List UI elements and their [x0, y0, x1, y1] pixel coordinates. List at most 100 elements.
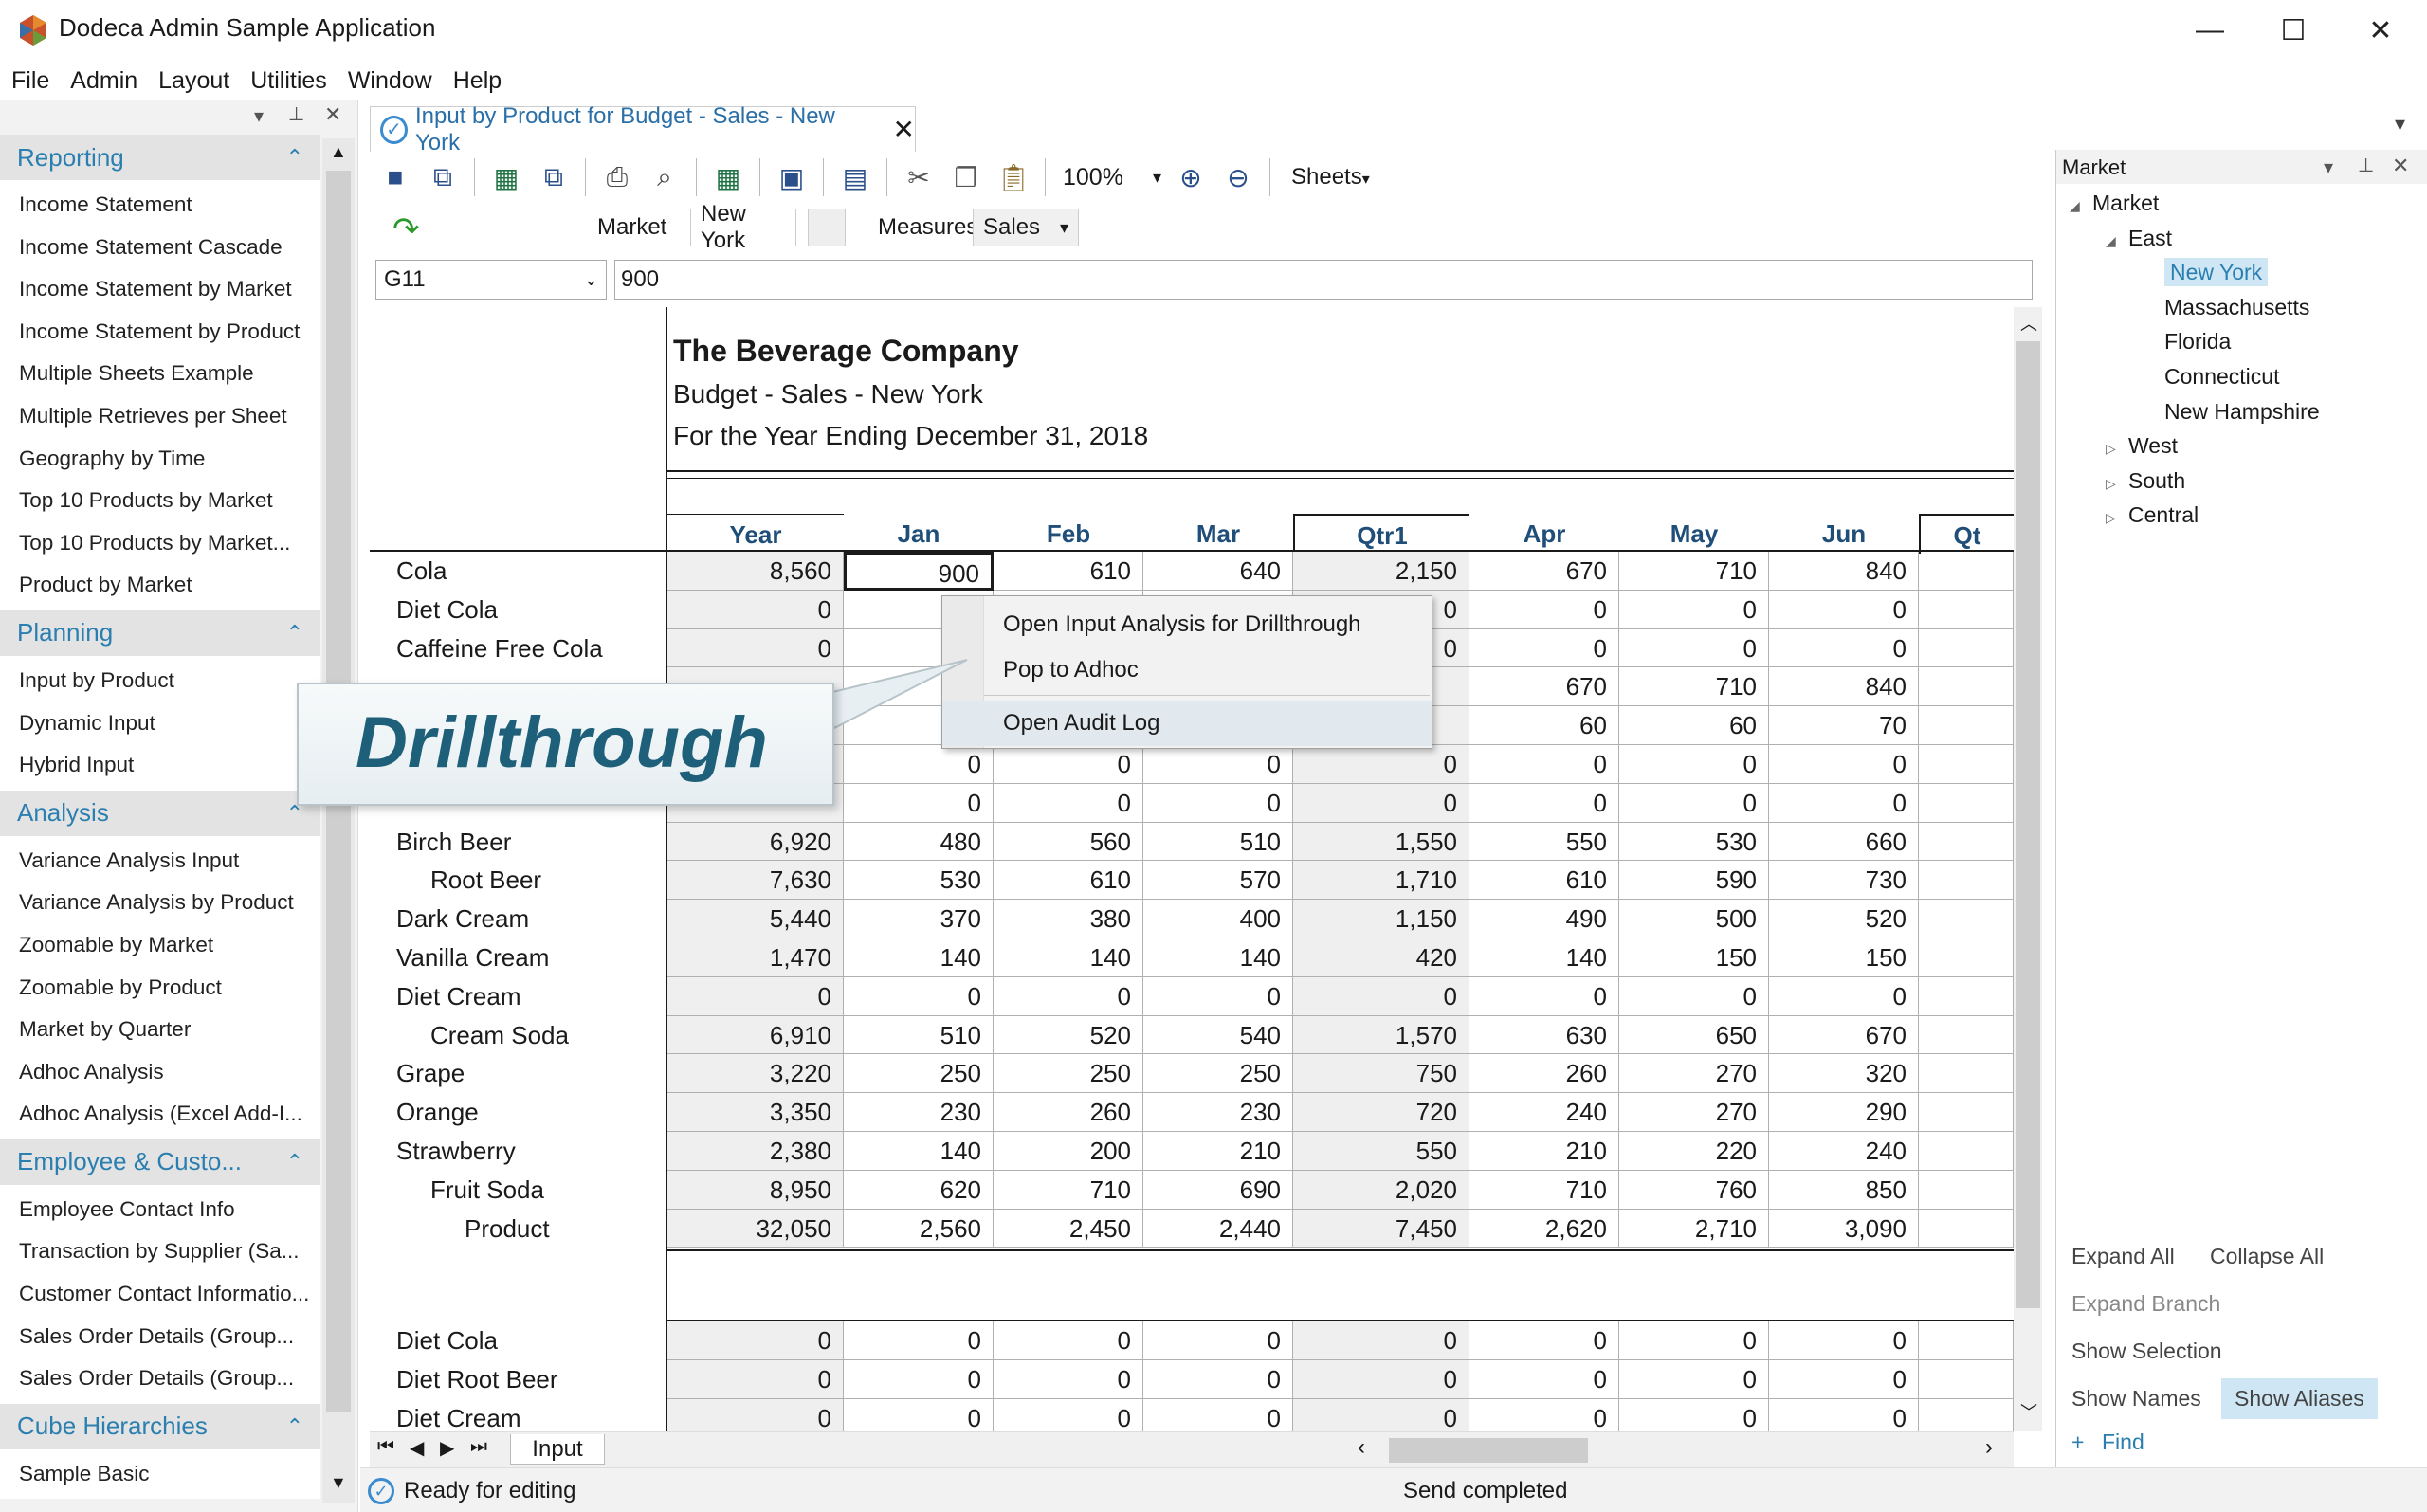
- data-cell[interactable]: 0: [1769, 628, 1919, 668]
- nav-section-header[interactable]: Analysis ⌃: [0, 790, 320, 836]
- prev-sheet-icon[interactable]: ◀: [410, 1436, 424, 1460]
- data-cell[interactable]: 220: [1619, 1132, 1769, 1171]
- data-cell[interactable]: 230: [844, 1093, 994, 1132]
- data-cell[interactable]: 0: [1769, 976, 1919, 1016]
- data-cell[interactable]: 0: [844, 745, 994, 784]
- cell-reference-box[interactable]: G11 ⌄: [375, 260, 607, 300]
- data-cell[interactable]: 0: [1469, 1398, 1619, 1431]
- data-cell[interactable]: 550: [1293, 1132, 1469, 1171]
- data-cell[interactable]: 70: [1769, 706, 1919, 745]
- column-header[interactable]: Year: [667, 514, 844, 554]
- data-cell[interactable]: 0: [844, 1321, 994, 1360]
- data-cell[interactable]: 1,150: [1293, 900, 1469, 938]
- nav-item[interactable]: Product by Market: [0, 564, 320, 607]
- data-cell[interactable]: 620: [844, 1170, 994, 1210]
- nav-item[interactable]: Income Statement by Market: [0, 268, 320, 311]
- data-cell[interactable]: 0: [1619, 783, 1769, 823]
- data-cell[interactable]: 840: [1769, 552, 1919, 591]
- menu-admin[interactable]: Admin: [70, 67, 137, 95]
- data-cell[interactable]: 710: [1619, 552, 1769, 591]
- nav-item[interactable]: Income Statement: [0, 184, 320, 227]
- close-window-button[interactable]: ✕: [2338, 6, 2423, 55]
- data-cell[interactable]: 150: [1619, 938, 1769, 977]
- nav-item[interactable]: Adhoc Analysis (Excel Add-I...: [0, 1093, 320, 1136]
- data-cell[interactable]: 0: [667, 1398, 844, 1431]
- data-cell[interactable]: 0: [1619, 745, 1769, 784]
- data-cell[interactable]: [1919, 1015, 2014, 1055]
- data-cell[interactable]: 490: [1469, 900, 1619, 938]
- data-cell[interactable]: 2,020: [1293, 1170, 1469, 1210]
- data-cell[interactable]: 520: [1769, 900, 1919, 938]
- panel-close-icon[interactable]: ✕: [2392, 154, 2409, 178]
- data-cell[interactable]: 270: [1619, 1054, 1769, 1094]
- nav-item[interactable]: Top 10 Products by Market: [0, 480, 320, 522]
- data-cell[interactable]: 0: [1143, 1359, 1293, 1399]
- column-header[interactable]: Qt: [1919, 514, 2014, 554]
- data-cell[interactable]: [1919, 628, 2014, 668]
- data-cell[interactable]: [1919, 900, 2014, 938]
- data-cell[interactable]: 240: [1769, 1132, 1919, 1171]
- row-label[interactable]: Cola: [396, 552, 447, 591]
- data-cell[interactable]: 0: [1143, 976, 1293, 1016]
- data-cell[interactable]: 690: [1143, 1170, 1293, 1210]
- data-cell[interactable]: 0: [1143, 783, 1293, 823]
- panel-dropdown-icon[interactable]: ▾: [254, 104, 264, 128]
- data-cell[interactable]: 480: [844, 822, 994, 862]
- last-sheet-icon[interactable]: ⏭: [470, 1436, 487, 1458]
- data-cell[interactable]: 0: [1619, 628, 1769, 668]
- data-cell[interactable]: 0: [1469, 783, 1619, 823]
- data-cell[interactable]: 2,620: [1469, 1209, 1619, 1248]
- data-cell[interactable]: 730: [1769, 861, 1919, 901]
- pin-icon[interactable]: ⊥: [2358, 154, 2374, 177]
- paste-icon[interactable]: 📋︎: [994, 157, 1033, 197]
- data-cell[interactable]: 6,920: [667, 822, 844, 862]
- data-cell[interactable]: [1919, 783, 2014, 823]
- formula-input[interactable]: 900: [614, 260, 2033, 300]
- data-cell[interactable]: 0: [844, 1398, 994, 1431]
- data-cell[interactable]: 0: [667, 1321, 844, 1360]
- column-header[interactable]: Mar: [1143, 514, 1293, 554]
- spreadsheet-grid[interactable]: The Beverage Company Budget - Sales - Ne…: [370, 307, 2014, 1431]
- find-button[interactable]: Find: [2102, 1430, 2144, 1455]
- tree-node[interactable]: ◢ East: [2056, 221, 2427, 256]
- data-cell[interactable]: 610: [994, 552, 1143, 591]
- data-cell[interactable]: [1919, 1170, 2014, 1210]
- data-cell[interactable]: 0: [1469, 1359, 1619, 1399]
- tree-node[interactable]: ▷ Central: [2056, 498, 2427, 533]
- data-cell[interactable]: 0: [667, 976, 844, 1016]
- scroll-up-icon[interactable]: ▲: [330, 142, 347, 162]
- menu-utilities[interactable]: Utilities: [250, 67, 327, 95]
- data-cell[interactable]: 2,150: [1293, 552, 1469, 591]
- data-cell[interactable]: 3,090: [1769, 1209, 1919, 1248]
- nav-item[interactable]: Multiple Sheets Example: [0, 353, 320, 395]
- data-cell[interactable]: 710: [1469, 1170, 1619, 1210]
- data-cell[interactable]: 750: [1293, 1054, 1469, 1094]
- data-cell[interactable]: 2,380: [667, 1132, 844, 1171]
- zoom-in-icon[interactable]: ⊕: [1171, 157, 1211, 197]
- data-cell[interactable]: 0: [1469, 590, 1619, 629]
- data-cell[interactable]: 0: [1293, 783, 1469, 823]
- collapse-arrow-icon[interactable]: ◢: [2070, 189, 2092, 224]
- column-header[interactable]: May: [1619, 514, 1769, 554]
- data-cell[interactable]: [1919, 1359, 2014, 1399]
- data-cell[interactable]: 710: [1619, 667, 1769, 707]
- data-cell[interactable]: 550: [1469, 822, 1619, 862]
- data-cell[interactable]: 0: [1143, 745, 1293, 784]
- data-cell[interactable]: 0: [1469, 976, 1619, 1016]
- data-cell[interactable]: [1919, 938, 2014, 977]
- data-cell[interactable]: [1919, 861, 2014, 901]
- data-cell[interactable]: [1919, 976, 2014, 1016]
- data-cell[interactable]: 200: [994, 1132, 1143, 1171]
- collapse-arrow-icon[interactable]: ◢: [2106, 224, 2128, 259]
- nav-item[interactable]: Dynamic Input: [0, 701, 320, 745]
- data-cell[interactable]: 140: [1143, 938, 1293, 977]
- nav-section-header[interactable]: Employee & Custo... ⌃: [0, 1139, 320, 1185]
- row-label[interactable]: Dark Cream: [396, 900, 529, 938]
- data-cell[interactable]: 0: [1769, 745, 1919, 784]
- data-cell[interactable]: 0: [1293, 745, 1469, 784]
- scroll-up-icon[interactable]: ︿: [2020, 311, 2037, 336]
- menu-window[interactable]: Window: [348, 67, 432, 95]
- data-cell[interactable]: 520: [994, 1015, 1143, 1055]
- nav-item[interactable]: Sales Order Details (Group...: [0, 1315, 320, 1358]
- row-label[interactable]: Strawberry: [396, 1132, 516, 1171]
